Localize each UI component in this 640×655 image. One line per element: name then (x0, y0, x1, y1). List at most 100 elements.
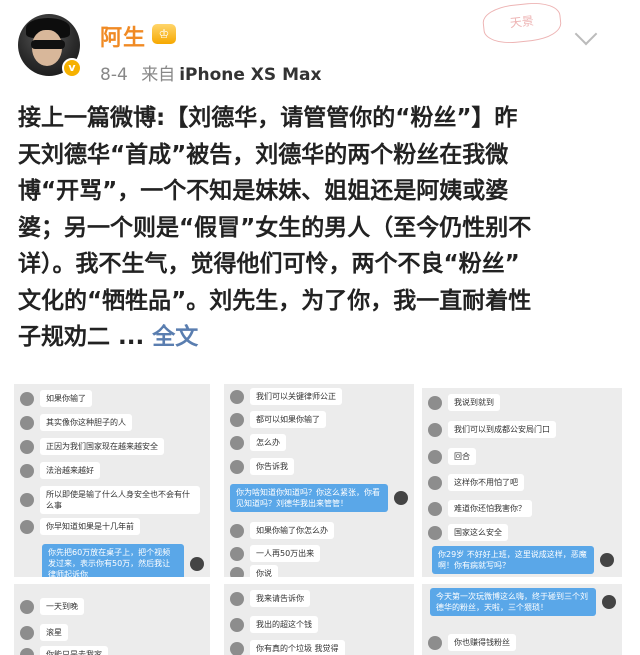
chat-bubble: 如果你输了 (40, 390, 92, 407)
post-line-last: 子规劝二 ... 全文 (18, 319, 618, 356)
chat-message: 滚星 (20, 624, 68, 641)
chat-avatar (230, 459, 244, 474)
avatar-glasses (31, 40, 65, 49)
chat-bubble: 你先把60万放在桌子上，把个视频发过来，表示你有50万，然后我让律师起诉你 (42, 544, 184, 577)
chat-avatar (230, 546, 244, 561)
chat-bubble: 你也赚得钱粉丝 (448, 634, 516, 651)
expand-full-text-link[interactable]: 全文 (152, 324, 198, 350)
chat-avatar (20, 599, 34, 614)
chat-message: 你先把60万放在桌子上，把个视频发过来，表示你有50万，然后我让律师起诉你 (42, 544, 204, 577)
chat-bubble: 一人再50万出来 (250, 545, 321, 562)
chat-message: 所以即使是输了什么人身安全也不会有什么事 (20, 486, 200, 514)
username[interactable]: 阿生 (100, 20, 146, 52)
crown-icon: ♔ (152, 24, 176, 44)
chat-message: 你也赚得钱粉丝 (428, 634, 516, 651)
chat-bubble: 你有真的个垃圾 我觉得 (250, 640, 345, 655)
chat-avatar (20, 625, 34, 640)
chat-message: 你有真的个垃圾 我觉得 (230, 640, 345, 655)
chat-bubble: 我来请告诉你 (250, 590, 310, 607)
chat-message: 我们可以到成都公安局门口 (428, 421, 556, 438)
post-line: 文化的“牺牲品”。刘先生，为了你，我一直耐着性 (18, 287, 532, 314)
post-line: 天刘德华“首成”被告，刘德华的两个粉丝在我微 (18, 141, 509, 168)
chat-bubble: 你说 (250, 565, 278, 577)
chat-avatar (20, 415, 34, 430)
chat-screenshot-3[interactable]: 我说到就到 我们可以到成都公安局门口 回合 这样你不用怕了吧 难道你还怕我害你？… (422, 388, 622, 577)
post-line-last-text: 子规劝二 ... (18, 324, 153, 350)
chat-avatar (20, 463, 34, 478)
post-line: 接上一篇微博:【刘德华，请管管你的“粉丝”】昨 (18, 105, 518, 131)
chat-screenshot-4[interactable]: 一天到晚 滚星 你能只是去我家 (14, 584, 210, 655)
chat-avatar (20, 391, 34, 406)
chat-message: 难道你还怕我害你？ (428, 500, 532, 517)
chat-screenshot-6[interactable]: 今天第一次玩微博这么嗨，终于碰到三个刘德华的粉丝，天啦，三个猥琐！ 你也赚得钱粉… (422, 584, 622, 655)
chat-avatar (230, 523, 244, 538)
post-line: 博“开骂”，一个不知是妹妹、姐姐还是阿姨或婆 (18, 178, 509, 204)
chat-avatar (600, 553, 614, 567)
chat-avatar (230, 412, 244, 427)
chat-bubble: 今天第一次玩微博这么嗨，终于碰到三个刘德华的粉丝，天啦，三个猥琐！ (430, 588, 596, 616)
chat-bubble: 你29岁 不好好上班，这里说成这样，恶魔啊！你有病就写吗？ (432, 546, 594, 574)
post-header: v 阿生 ♔ 8-4 来自 iPhone XS Max 天景 (0, 0, 640, 95)
chat-message: 都可以如果你输了 (230, 411, 326, 428)
chat-bubble: 其实像你这种胆子的人 (40, 414, 132, 431)
chat-avatar (394, 491, 408, 505)
chat-bubble: 如果你输了你怎么办 (250, 522, 334, 539)
chat-avatar (428, 422, 442, 437)
chat-avatar (20, 493, 34, 507)
post-meta: 8-4 来自 iPhone XS Max (100, 60, 321, 85)
post-line: 详）。我不生气，觉得他们可怜，两个不良“粉丝” (18, 251, 520, 277)
source-prefix: 来自 (141, 65, 176, 85)
chat-avatar (230, 566, 244, 577)
post-text: 接上一篇微博:【刘德华，请管管你的“粉丝”】昨 天刘德华“首成”被告，刘德华的两… (18, 100, 618, 356)
chat-bubble: 正因为我们国家现在越来越安全 (40, 438, 164, 455)
chat-message: 今天第一次玩微博这么嗨，终于碰到三个刘德华的粉丝，天啦，三个猥琐！ (430, 588, 616, 616)
chat-message: 正因为我们国家现在越来越安全 (20, 438, 164, 455)
chevron-down-icon[interactable] (574, 22, 598, 46)
chat-message: 我来请告诉你 (230, 590, 310, 607)
chat-avatar (190, 556, 204, 571)
chat-bubble: 一天到晚 (40, 598, 84, 615)
chat-avatar (230, 591, 244, 606)
chat-avatar (428, 395, 442, 410)
chat-bubble: 你能只是去我家 (40, 646, 108, 655)
chat-avatar (428, 449, 442, 464)
chat-avatar (428, 635, 442, 650)
chat-bubble: 回合 (448, 448, 476, 465)
chat-bubble: 我们可以关键律师公正 (250, 388, 342, 405)
chat-message: 你告诉我 (230, 458, 294, 475)
chat-message: 回合 (428, 448, 476, 465)
chat-message: 法治越来越好 (20, 462, 100, 479)
chat-bubble: 我出的超这个钱 (250, 616, 318, 633)
post-date: 8-4 (100, 65, 128, 85)
chat-message: 如果你输了你怎么办 (230, 522, 334, 539)
chat-screenshot-1[interactable]: 如果你输了 其实像你这种胆子的人 正因为我们国家现在越来越安全 法治越来越好 所… (14, 384, 210, 577)
chat-avatar (20, 519, 34, 534)
chat-message: 你说 (230, 565, 278, 577)
chat-message: 你29岁 不好好上班，这里说成这样，恶魔啊！你有病就写吗？ (432, 546, 614, 574)
chat-bubble: 国家这么安全 (448, 524, 508, 541)
chat-bubble: 你告诉我 (250, 458, 294, 475)
chat-screenshot-2[interactable]: 我们可以关键律师公正 都可以如果你输了 怎么办 你告诉我 你为啥知道你知道吗？你… (224, 384, 414, 577)
chat-message: 如果你输了 (20, 390, 92, 407)
post-line: 婆；另一个则是“假冒”女生的男人（至今仍性别不 (18, 214, 532, 241)
chat-avatar (230, 617, 244, 632)
chat-message: 一人再50万出来 (230, 545, 321, 562)
chat-avatar (230, 435, 244, 450)
chat-bubble: 我说到就到 (448, 394, 500, 411)
chat-bubble: 都可以如果你输了 (250, 411, 326, 428)
device-name: iPhone XS Max (179, 65, 322, 85)
chat-bubble: 你早知道如果是十几年前 (40, 518, 140, 535)
chat-avatar (428, 501, 442, 516)
chat-avatar (428, 475, 442, 490)
chat-message: 其实像你这种胆子的人 (20, 414, 132, 431)
chat-message: 我们可以关键律师公正 (230, 388, 342, 405)
chat-message: 你为啥知道你知道吗？你这么紧张，你看见知道吗？刘德华我出来管管！ (230, 484, 408, 512)
chat-screenshot-5[interactable]: 我来请告诉你 我出的超这个钱 你有真的个垃圾 我觉得 (224, 584, 414, 655)
chat-message: 我说到就到 (428, 394, 500, 411)
verified-badge-icon: v (62, 58, 82, 78)
chat-message: 这样你不用怕了吧 (428, 474, 524, 491)
chat-bubble: 所以即使是输了什么人身安全也不会有什么事 (40, 486, 200, 514)
chat-bubble: 难道你还怕我害你？ (448, 500, 532, 517)
watermark-stamp: 天景 (481, 0, 563, 46)
chat-message: 国家这么安全 (428, 524, 508, 541)
